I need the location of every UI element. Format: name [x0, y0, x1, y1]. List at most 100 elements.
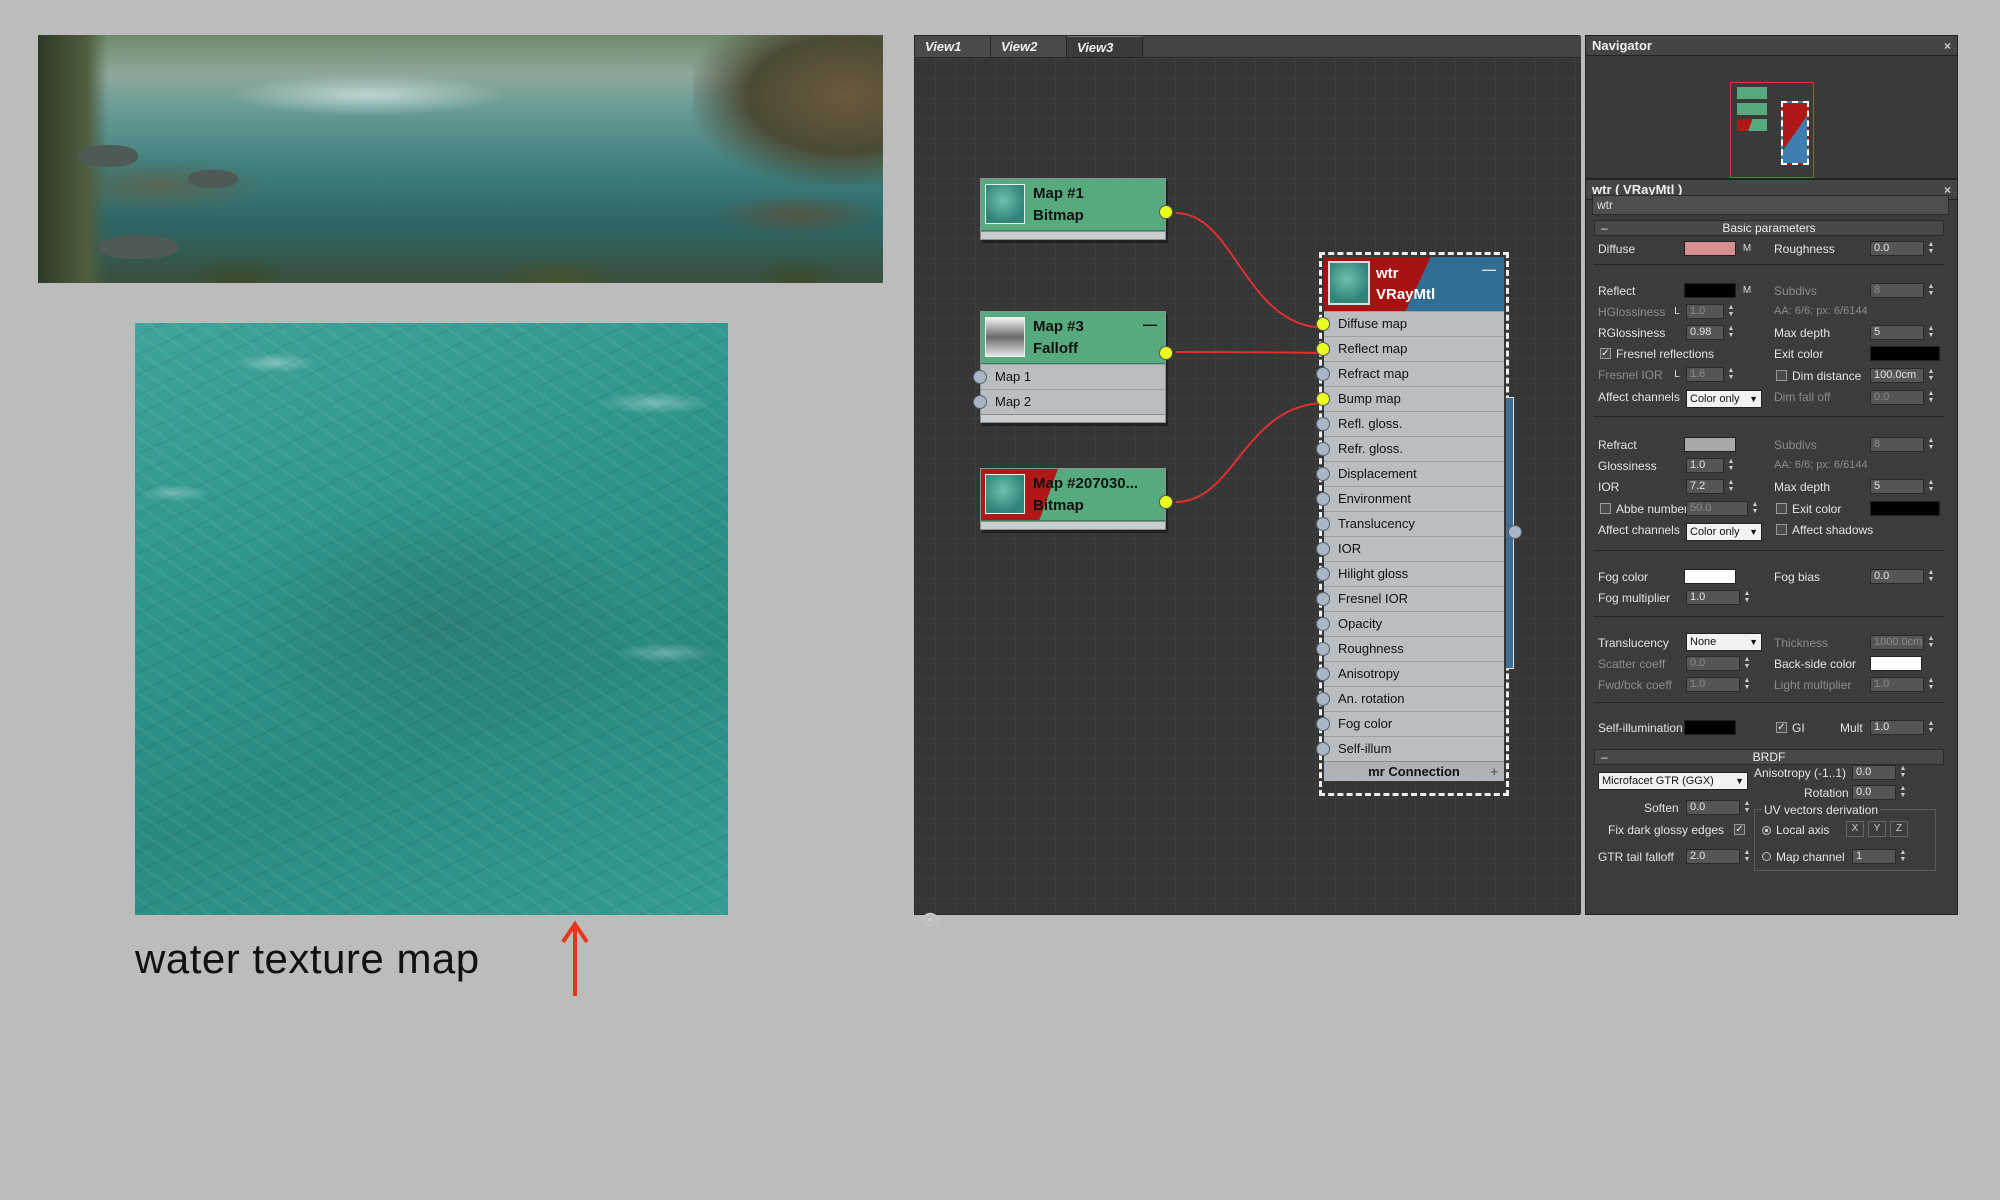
fog-bias-input[interactable]: 0.0 — [1870, 569, 1924, 584]
spinner-icon[interactable]: ▲ ▼ — [1726, 479, 1736, 494]
spinner-icon[interactable]: ▲ ▼ — [1926, 368, 1936, 383]
refract-color-swatch[interactable] — [1684, 437, 1736, 452]
input-socket[interactable] — [1316, 692, 1330, 706]
output-socket[interactable] — [1159, 346, 1173, 360]
spinner-icon[interactable]: ▲ ▼ — [1726, 325, 1736, 340]
scatter-coeff-input[interactable]: 0.0 — [1686, 656, 1740, 671]
translucency-dropdown[interactable]: None ▼ — [1686, 633, 1762, 651]
brdf-rollout[interactable]: – BRDF — [1594, 749, 1944, 765]
spinner-icon[interactable]: ▲ ▼ — [1926, 479, 1936, 494]
max-depth-input[interactable]: 5 — [1870, 325, 1924, 340]
spinner-icon[interactable]: ▲ ▼ — [1926, 569, 1936, 584]
spinner-icon[interactable]: ▲ ▼ — [1726, 304, 1736, 319]
fix-dark-glossy-checkbox[interactable]: ✓ — [1734, 824, 1745, 835]
spinner-icon[interactable]: ▲ ▼ — [1726, 458, 1736, 473]
input-socket[interactable] — [973, 395, 987, 409]
node-map3[interactable]: Map #3 Falloff — Map 1 Map 2 — [973, 311, 1173, 423]
output-socket[interactable] — [1508, 525, 1522, 539]
anisotropy-input[interactable]: 0.0 — [1852, 765, 1896, 780]
spinner-icon[interactable]: ▲ ▼ — [1742, 849, 1752, 864]
fog-multiplier-input[interactable]: 1.0 — [1686, 590, 1740, 605]
map-channel-input[interactable]: 1 — [1852, 849, 1896, 864]
mr-connection-row[interactable]: mr Connection + — [1324, 761, 1504, 781]
spinner-icon[interactable]: ▲ ▼ — [1898, 849, 1908, 864]
spinner-icon[interactable]: ▲ ▼ — [1726, 367, 1736, 382]
spinner-icon[interactable]: ▲ ▼ — [1926, 241, 1936, 256]
minimize-icon[interactable]: — — [1482, 261, 1496, 277]
node-map1[interactable]: Map #1 Bitmap — [980, 178, 1173, 240]
affect-shadows-checkbox[interactable] — [1776, 524, 1787, 535]
refract-exit-color-swatch[interactable] — [1870, 501, 1940, 516]
lock-button[interactable]: L — [1670, 304, 1684, 319]
diffuse-map-button[interactable]: M — [1740, 241, 1754, 256]
glossiness-input[interactable]: 1.0 — [1686, 458, 1724, 473]
back-side-color-swatch[interactable] — [1870, 656, 1922, 671]
input-socket[interactable] — [1316, 517, 1330, 531]
gi-checkbox[interactable]: ✓ — [1776, 722, 1787, 733]
tab-view2[interactable]: View2 — [991, 36, 1067, 57]
input-socket[interactable] — [1316, 617, 1330, 631]
slot-translucency[interactable]: Translucency — [1316, 511, 1504, 536]
slot-fresnel-ior[interactable]: Fresnel IOR — [1316, 586, 1504, 611]
collapse-icon[interactable]: – — [1601, 221, 1608, 235]
dim-distance-input[interactable]: 100.0cm — [1870, 368, 1924, 383]
slot-anisotropy[interactable]: Anisotropy — [1316, 661, 1504, 686]
lock-button[interactable]: L — [1670, 367, 1684, 382]
output-socket[interactable] — [1159, 495, 1173, 509]
input-socket[interactable] — [1316, 442, 1330, 456]
roughness-input[interactable]: 0.0 — [1870, 241, 1924, 256]
gtr-tail-falloff-input[interactable]: 2.0 — [1686, 849, 1740, 864]
diffuse-color-swatch[interactable] — [1684, 241, 1736, 256]
expand-icon[interactable]: + — [1490, 762, 1498, 781]
refract-subdivs-input[interactable]: 8 — [1870, 437, 1924, 452]
spinner-icon[interactable]: ▲ ▼ — [1750, 501, 1760, 516]
navigator-viewport-frame[interactable] — [1730, 82, 1814, 178]
dim-falloff-input[interactable]: 0.0 — [1870, 390, 1924, 405]
brdf-type-dropdown[interactable]: Microfacet GTR (GGX) ▼ — [1598, 772, 1748, 790]
slot-displacement[interactable]: Displacement — [1316, 461, 1504, 486]
axis-y-button[interactable]: Y — [1868, 821, 1886, 837]
fwd-bck-coeff-input[interactable]: 1.0 — [1686, 677, 1740, 692]
slot-roughness[interactable]: Roughness — [1316, 636, 1504, 661]
hglossiness-input[interactable]: 1.0 — [1686, 304, 1724, 319]
node-canvas[interactable]: Map #1 Bitmap Map #3 Falloff — Map 1 Map… — [915, 58, 1581, 929]
refract-max-depth-input[interactable]: 5 — [1870, 479, 1924, 494]
fresnel-checkbox[interactable]: ✓ — [1600, 348, 1611, 359]
input-socket[interactable] — [1316, 342, 1330, 356]
spinner-icon[interactable]: ▲ ▼ — [1926, 635, 1936, 650]
navigator-view[interactable] — [1586, 56, 1957, 180]
slot-hilight-gloss[interactable]: Hilight gloss — [1316, 561, 1504, 586]
subdivs-input[interactable]: 8 — [1870, 283, 1924, 298]
thickness-input[interactable]: 1000.0cm — [1870, 635, 1924, 650]
local-axis-radio[interactable] — [1762, 826, 1771, 835]
slot-diffuse-map[interactable]: Diffuse map — [1316, 311, 1504, 336]
input-socket[interactable] — [973, 370, 987, 384]
slot-bump-map[interactable]: Bump map — [1316, 386, 1504, 411]
exit-color-swatch[interactable] — [1870, 346, 1940, 361]
affect-channels-dropdown[interactable]: Color only ▼ — [1686, 390, 1762, 408]
exit-color-checkbox[interactable] — [1776, 503, 1787, 514]
dim-distance-checkbox[interactable] — [1776, 370, 1787, 381]
map-channel-radio[interactable] — [1762, 852, 1771, 861]
slot-map2[interactable]: Map 2 — [973, 389, 1165, 414]
input-socket[interactable] — [1316, 417, 1330, 431]
light-multiplier-input[interactable]: 1.0 — [1870, 677, 1924, 692]
node-map207030[interactable]: Map #207030... Bitmap — [980, 468, 1173, 530]
abbe-number-input[interactable]: 50.0 — [1686, 501, 1748, 516]
spinner-icon[interactable]: ▲ ▼ — [1926, 720, 1936, 735]
reflect-color-swatch[interactable] — [1684, 283, 1736, 298]
refract-affect-channels-dropdown[interactable]: Color only ▼ — [1686, 523, 1762, 541]
slot-environment[interactable]: Environment — [1316, 486, 1504, 511]
slot-self-illum[interactable]: Self-illum — [1316, 736, 1504, 761]
rotation-input[interactable]: 0.0 — [1852, 785, 1896, 800]
input-socket[interactable] — [1316, 742, 1330, 756]
ior-input[interactable]: 7.2 — [1686, 479, 1724, 494]
slot-opacity[interactable]: Opacity — [1316, 611, 1504, 636]
spinner-icon[interactable]: ▲ ▼ — [1898, 785, 1908, 800]
input-socket[interactable] — [1316, 392, 1330, 406]
input-socket[interactable] — [1316, 467, 1330, 481]
fog-color-swatch[interactable] — [1684, 569, 1736, 584]
spinner-icon[interactable]: ▲ ▼ — [1926, 325, 1936, 340]
minimize-icon[interactable]: — — [1143, 316, 1157, 332]
input-socket[interactable] — [1316, 492, 1330, 506]
